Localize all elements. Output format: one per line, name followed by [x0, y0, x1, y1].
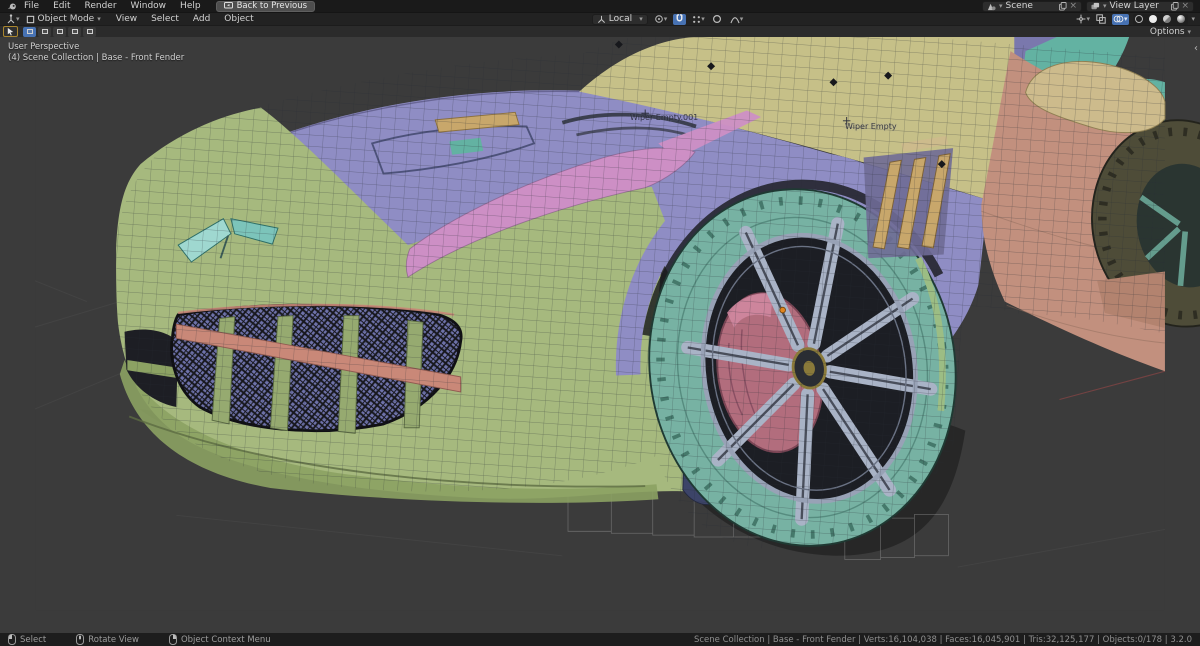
pivot-point-dropdown[interactable]: ▾: [653, 14, 669, 25]
transform-orientation-dropdown[interactable]: Local ▾: [592, 14, 648, 25]
mouse-left-icon: [8, 634, 16, 645]
menu-select[interactable]: Select: [144, 14, 186, 24]
chevron-down-icon: ▾: [97, 16, 101, 23]
menu-add[interactable]: Add: [186, 14, 217, 24]
hint-label: Select: [20, 635, 46, 645]
hint-rotate-view: Rotate View: [76, 634, 139, 645]
menu-file[interactable]: File: [17, 1, 46, 11]
proportional-editing-toggle[interactable]: [711, 14, 724, 25]
options-label: Options: [1150, 27, 1185, 37]
active-collection-label: (4) Scene Collection | Base - Front Fend…: [8, 53, 184, 64]
orientation-label: Local: [609, 14, 632, 24]
select-mode-subtract-button[interactable]: [53, 27, 66, 37]
menu-window[interactable]: Window: [124, 1, 174, 11]
sidebar-collapse-arrow[interactable]: ‹: [1194, 43, 1198, 54]
select-mode-new-button[interactable]: [23, 27, 36, 37]
shading-mode-group: [1133, 14, 1188, 25]
view-layer-name: View Layer: [1110, 1, 1159, 11]
chevron-down-icon: ▾: [1103, 3, 1107, 10]
hint-select: Select: [8, 634, 46, 645]
shading-solid-button[interactable]: [1147, 14, 1160, 25]
options-dropdown[interactable]: Options ▾: [1150, 27, 1191, 37]
mouse-middle-icon: [76, 634, 84, 645]
blender-logo-icon[interactable]: [6, 1, 17, 12]
view-perspective-label: User Perspective: [8, 42, 184, 53]
menu-help[interactable]: Help: [173, 1, 208, 11]
chevron-down-icon: ▾: [1187, 28, 1191, 36]
overlays-icon: [1113, 14, 1124, 24]
object-mode-icon: [26, 15, 35, 24]
menu-object[interactable]: Object: [217, 14, 260, 24]
back-to-previous-label: Back to Previous: [237, 1, 308, 11]
scene-selector[interactable]: ▾ Scene ×: [982, 1, 1082, 12]
menu-render[interactable]: Render: [78, 1, 124, 11]
new-scene-icon[interactable]: [1059, 2, 1067, 11]
menu-edit[interactable]: Edit: [46, 1, 77, 11]
select-mode-intersect-button[interactable]: [83, 27, 96, 37]
viewport-info-overlay: User Perspective (4) Scene Collection | …: [8, 42, 184, 64]
topbar: File Edit Render Window Help Back to Pre…: [0, 0, 1200, 12]
shading-material-button[interactable]: [1161, 14, 1174, 25]
hint-label: Rotate View: [88, 635, 139, 645]
shading-wireframe-button[interactable]: [1133, 14, 1146, 25]
snap-toggle[interactable]: [673, 14, 686, 25]
blender-window: File Edit Render Window Help Back to Pre…: [0, 0, 1200, 646]
object-name-label: Wiper Empty.001: [630, 113, 698, 122]
screen-back-icon: [224, 2, 233, 10]
active-tool-select-box-button[interactable]: [3, 26, 18, 37]
scene-name: Scene: [1006, 1, 1033, 11]
shading-rendered-button[interactable]: [1175, 14, 1188, 25]
mode-dropdown[interactable]: Object Mode ▾: [26, 14, 101, 24]
select-mode-invert-button[interactable]: [68, 27, 81, 37]
chevron-down-icon: ▾: [16, 16, 20, 23]
gizmo-icon: [1076, 14, 1086, 24]
tool-settings-bar: Options ▾: [0, 25, 1200, 37]
chevron-down-icon: ▾: [639, 16, 643, 23]
object-name-label: Wiper Empty: [845, 122, 897, 131]
view-layer-selector[interactable]: ▾ View Layer ×: [1086, 1, 1194, 12]
xray-toggle[interactable]: [1095, 14, 1108, 25]
view-layer-icon: [1091, 2, 1100, 11]
mouse-right-icon: [169, 634, 177, 645]
scene-icon: [987, 2, 996, 11]
new-layer-icon[interactable]: [1171, 2, 1179, 11]
status-bar: Select Rotate View Object Context Menu S…: [0, 633, 1200, 646]
chevron-down-icon: ▾: [999, 3, 1003, 10]
editor-type-selector[interactable]: [5, 14, 16, 25]
xray-icon: [1096, 14, 1106, 24]
cursor-icon: [6, 27, 15, 36]
viewport-3d[interactable]: User Perspective (4) Scene Collection | …: [0, 37, 1200, 633]
viewport-canvas[interactable]: [0, 37, 1200, 633]
shading-dropdown[interactable]: ▾: [1192, 16, 1196, 23]
select-mode-extend-button[interactable]: [38, 27, 51, 37]
remove-layer-icon[interactable]: ×: [1181, 2, 1189, 11]
unlink-scene-icon[interactable]: ×: [1069, 2, 1077, 11]
scene-statistics: Scene Collection | Base - Front Fender |…: [694, 635, 1192, 645]
hint-label: Object Context Menu: [181, 635, 271, 645]
menu-view[interactable]: View: [109, 14, 144, 24]
gizmo-dropdown[interactable]: ▾: [1075, 14, 1091, 25]
back-to-previous-button[interactable]: Back to Previous: [216, 1, 316, 12]
overlays-toggle[interactable]: ▾: [1112, 14, 1129, 25]
snap-settings-dropdown[interactable]: ▾: [691, 14, 706, 25]
mode-label: Object Mode: [38, 14, 95, 24]
orientation-axes-icon: [597, 15, 606, 24]
hint-context-menu: Object Context Menu: [169, 634, 271, 645]
viewport-header: ▾ Object Mode ▾ View Select Add Object L…: [0, 12, 1200, 25]
object-origin-dot: [780, 307, 786, 313]
proportional-falloff-dropdown[interactable]: ▾: [729, 14, 745, 25]
